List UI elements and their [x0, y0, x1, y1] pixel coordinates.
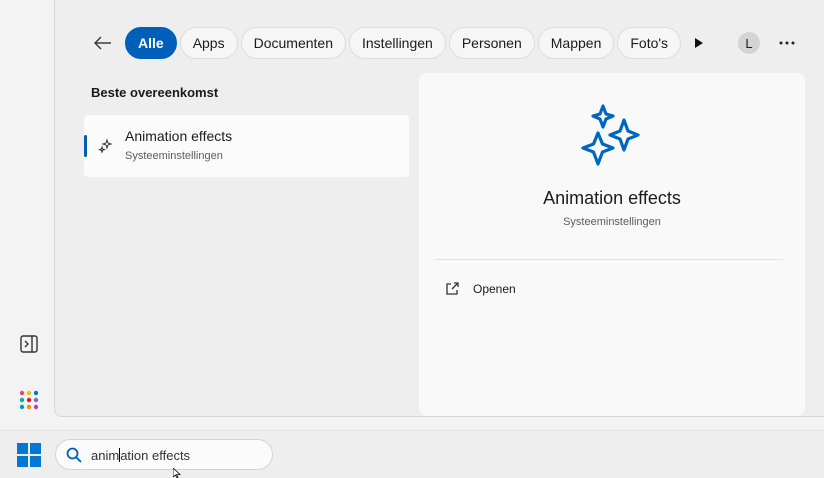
desktop-sidebar-strip: [0, 0, 54, 430]
result-subtitle: Systeeminstellingen: [125, 150, 223, 162]
best-match-heading: Beste overeenkomst: [91, 85, 219, 100]
filter-chip-mappen[interactable]: Mappen: [537, 27, 615, 59]
search-query-text: animation effects: [91, 448, 190, 463]
search-flyout: Alle Apps Documenten Instellingen Person…: [54, 0, 824, 417]
search-icon: [66, 447, 82, 463]
open-action[interactable]: Openen: [445, 279, 516, 299]
taskbar-search-input[interactable]: animation effects: [55, 439, 273, 470]
filter-chip-apps[interactable]: Apps: [179, 27, 238, 59]
expand-panel-icon[interactable]: [19, 334, 39, 354]
back-arrow-icon: [94, 36, 111, 50]
query-before-caret: anim: [91, 448, 120, 463]
mouse-pointer-icon: [173, 468, 181, 478]
query-after-caret: ation effects: [120, 448, 191, 463]
filter-chip-documenten[interactable]: Documenten: [240, 27, 346, 59]
detail-title: Animation effects: [543, 188, 681, 208]
filter-chip-instellingen[interactable]: Instellingen: [349, 27, 446, 59]
filter-chip-alle[interactable]: Alle: [125, 27, 177, 59]
sparkles-icon: [581, 104, 640, 166]
open-action-label: Openen: [473, 282, 516, 296]
open-external-icon: [446, 282, 459, 295]
selection-indicator: [84, 135, 87, 157]
detail-divider: [435, 259, 783, 260]
play-arrow-icon: [695, 38, 704, 48]
more-options-button[interactable]: [775, 32, 799, 54]
taskbar: animation effects: [0, 430, 824, 478]
windows-start-icon[interactable]: [17, 443, 41, 467]
account-avatar[interactable]: L: [738, 32, 760, 54]
detail-subtitle: Systeeminstellingen: [563, 216, 661, 228]
animation-settings-icon: [98, 138, 113, 154]
filter-chip-personen[interactable]: Personen: [448, 27, 535, 59]
result-title: Animation effects: [125, 128, 233, 144]
detail-pane: Animation effects Systeeminstellingen Op…: [419, 73, 805, 416]
back-button[interactable]: [89, 27, 117, 59]
filter-chip-fotos[interactable]: Foto's: [617, 27, 682, 59]
ellipsis-icon: [779, 41, 795, 45]
filter-bar: Alle Apps Documenten Instellingen Person…: [89, 27, 717, 59]
widgets-apps-icon[interactable]: [19, 390, 39, 410]
best-match-result[interactable]: Animation effects Systeeminstellingen: [84, 115, 409, 177]
more-filters-button[interactable]: [684, 27, 714, 59]
